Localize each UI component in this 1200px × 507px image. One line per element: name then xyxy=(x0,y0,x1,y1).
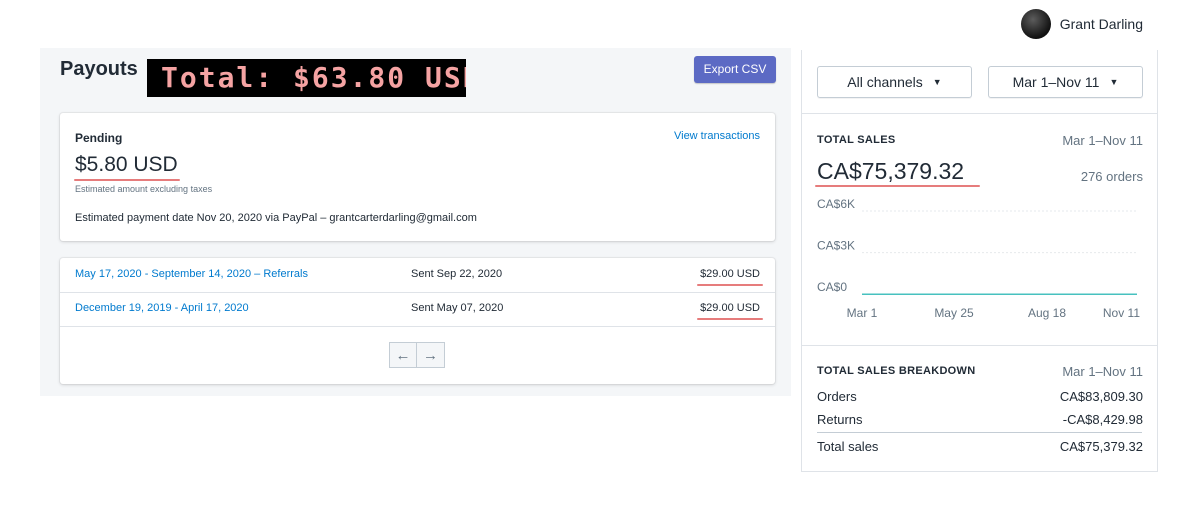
total-sales-row-label: Total sales xyxy=(817,439,879,454)
channel-select-value: All channels xyxy=(847,74,923,90)
divider xyxy=(802,113,1157,114)
y-tick-label: CA$3K xyxy=(817,239,855,253)
pending-label: Pending xyxy=(75,131,123,145)
breakdown-date: Mar 1–Nov 11 xyxy=(1062,364,1143,379)
date-range-select[interactable]: Mar 1–Nov 11 ▼ xyxy=(988,66,1143,98)
payment-info: Estimated payment date Nov 20, 2020 via … xyxy=(75,212,477,224)
total-sales-amount: CA$75,379.32 xyxy=(817,158,965,184)
amount-highlight xyxy=(697,284,763,286)
sales-panel: All channels ▼ Mar 1–Nov 11 ▼ TOTAL SALES … xyxy=(801,50,1158,472)
divider xyxy=(802,345,1157,346)
x-tick-label: Mar 1 xyxy=(847,306,878,320)
payout-period-link[interactable]: December 19, 2019 - April 17, 2020 xyxy=(75,302,249,314)
pending-card: Pending View transactions $5.80 USD Esti… xyxy=(60,113,775,241)
x-tick-label: Aug 18 xyxy=(1028,306,1066,320)
orders-count: 276 orders xyxy=(1080,169,1143,184)
orders-label: Orders xyxy=(817,389,857,404)
payouts-panel: Payouts Total: $63.80 USD Export CSV Pen… xyxy=(40,48,791,396)
payout-period-link[interactable]: May 17, 2020 - September 14, 2020 – Refe… xyxy=(75,268,308,280)
avatar xyxy=(1020,9,1051,39)
breakdown-label: TOTAL SALES BREAKDOWN xyxy=(817,365,976,377)
orders-value: CA$83,809.30 xyxy=(1059,389,1143,404)
y-tick-label: CA$6K xyxy=(817,197,855,211)
table-row: May 17, 2020 - September 14, 2020 – Refe… xyxy=(60,258,775,293)
export-csv-button[interactable]: Export CSV xyxy=(694,56,776,83)
prev-page-button[interactable]: ← xyxy=(389,342,417,368)
view-transactions-link[interactable]: View transactions xyxy=(674,130,760,142)
date-select-value: Mar 1–Nov 11 xyxy=(1012,74,1100,90)
sales-chart: CA$6K CA$3K CA$0 Mar 1 May 25 Aug 18 Nov 11 xyxy=(817,197,1140,320)
next-page-button[interactable]: → xyxy=(417,342,445,368)
payout-amount: $29.00 USD xyxy=(700,302,760,314)
x-tick-label: Nov 11 xyxy=(1103,306,1140,320)
payout-list: May 17, 2020 - September 14, 2020 – Refe… xyxy=(60,258,775,384)
page-title: Payouts xyxy=(60,58,138,80)
sent-date: Sent Sep 22, 2020 xyxy=(411,268,503,280)
user-menu[interactable]: Grant Darling xyxy=(1020,9,1143,39)
amount-highlight xyxy=(74,179,180,181)
payout-amount: $29.00 USD xyxy=(700,268,760,280)
pending-amount: $5.80 USD xyxy=(75,153,178,176)
total-sales-row-value: CA$75,379.32 xyxy=(1059,439,1143,454)
caret-down-icon: ▼ xyxy=(932,77,942,87)
amount-highlight xyxy=(697,318,763,320)
y-tick-label: CA$0 xyxy=(817,280,847,294)
caret-down-icon: ▼ xyxy=(1109,77,1119,87)
table-row: December 19, 2019 - April 17, 2020 Sent … xyxy=(60,292,775,327)
sent-date: Sent May 07, 2020 xyxy=(411,302,504,314)
total-sales-date: Mar 1–Nov 11 xyxy=(1062,133,1143,148)
x-tick-label: May 25 xyxy=(934,306,974,320)
pagination: ← → xyxy=(389,342,445,368)
channel-select[interactable]: All channels ▼ xyxy=(817,66,972,98)
pending-note: Estimated amount excluding taxes xyxy=(75,184,213,194)
returns-label: Returns xyxy=(817,412,863,427)
user-name: Grant Darling xyxy=(1059,16,1143,32)
returns-value: -CA$8,429.98 xyxy=(1062,412,1143,427)
total-sales-label: TOTAL SALES xyxy=(817,134,896,146)
total-banner: Total: $63.80 USD xyxy=(147,59,466,97)
divider xyxy=(817,432,1142,433)
